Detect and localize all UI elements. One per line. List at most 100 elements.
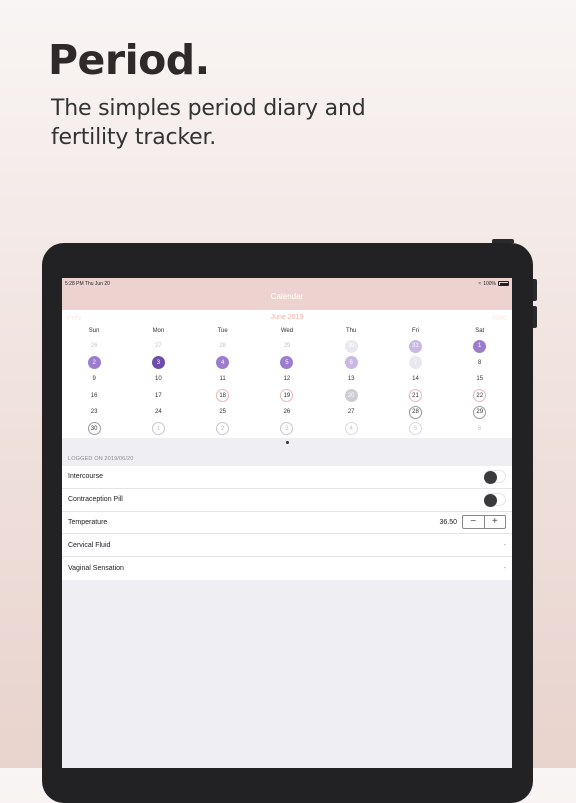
- calendar-cell[interactable]: 30: [62, 421, 126, 438]
- calendar-cell[interactable]: 5: [383, 421, 447, 438]
- weekday-label: Tue: [217, 328, 228, 334]
- toggle-knob: [484, 470, 497, 484]
- day-fertile: 18: [216, 389, 230, 403]
- calendar-cell[interactable]: 29: [255, 338, 319, 355]
- calendar-cell[interactable]: 14: [383, 371, 447, 388]
- day-normal: 8: [478, 359, 482, 366]
- day-period: 2: [87, 356, 101, 370]
- day-normal: 27: [347, 409, 355, 416]
- page-indicator: [286, 441, 289, 444]
- calendar-cell[interactable]: 18: [191, 388, 255, 405]
- decrement-button[interactable]: −: [463, 516, 484, 528]
- temperature-stepper: − +: [462, 515, 506, 530]
- calendar-cell[interactable]: 20: [319, 388, 383, 405]
- cervical-fluid-label: Cervical Fluid: [68, 541, 111, 549]
- month-label: June 2019: [270, 314, 304, 321]
- weekday-label: Fri: [411, 328, 419, 334]
- calendar-cell[interactable]: 28: [191, 338, 255, 355]
- calendar-cell[interactable]: 4: [191, 355, 255, 372]
- status-time-date: 5:28 PM Thu Jun 20: [65, 280, 110, 287]
- pill-toggle[interactable]: [484, 493, 506, 507]
- calendar-cell[interactable]: 17: [126, 388, 190, 405]
- calendar-cell[interactable]: 27: [319, 404, 383, 421]
- calendar-cell[interactable]: 22: [448, 388, 512, 405]
- log-section-title: LOGGED ON 2019/06/20: [68, 456, 134, 462]
- calendar-cell[interactable]: 21: [383, 388, 447, 405]
- intercourse-row: Intercourse: [62, 466, 512, 489]
- day-other: 29: [283, 343, 291, 350]
- calendar-cell[interactable]: 24: [126, 404, 190, 421]
- calendar-cell[interactable]: 6: [319, 355, 383, 372]
- calendar-cell[interactable]: 2: [191, 421, 255, 438]
- device-volume-up-button: [533, 279, 537, 301]
- vaginal-sensation-row[interactable]: Vaginal Sensation -: [62, 557, 512, 580]
- calendar-cell[interactable]: 29: [448, 404, 512, 421]
- day-normal: 23: [90, 409, 98, 416]
- calendar-cell[interactable]: 15: [448, 371, 512, 388]
- day-fertile-faint: 2: [216, 422, 230, 436]
- calendar-cell[interactable]: 8: [448, 355, 512, 372]
- calendar-cell[interactable]: 1: [126, 421, 190, 438]
- calendar-cell[interactable]: 31: [383, 338, 447, 355]
- temperature-value: 36.50: [439, 518, 457, 526]
- calendar-cell[interactable]: 25: [191, 404, 255, 421]
- calendar-cell[interactable]: 19: [255, 388, 319, 405]
- battery-icon: [498, 281, 509, 286]
- weekday-header: Sun Mon Tue Wed Thu Fri Sat: [62, 328, 512, 336]
- calendar-cell[interactable]: 23: [62, 404, 126, 421]
- calendar-cell[interactable]: 27: [126, 338, 190, 355]
- calendar-cell[interactable]: 26: [62, 338, 126, 355]
- day-fertile-gray: 28: [408, 405, 422, 419]
- cervical-fluid-row[interactable]: Cervical Fluid -: [62, 534, 512, 558]
- log-list: Intercourse Contraception Pill Temperatu…: [62, 466, 512, 580]
- calendar-cell[interactable]: 4: [319, 421, 383, 438]
- day-normal: 15: [476, 376, 484, 383]
- day-other: 27: [155, 343, 162, 350]
- intercourse-toggle[interactable]: [484, 470, 506, 484]
- calendar: Prev June 2019 Next Sun Mon Tue Wed Thu Fri Sa…: [62, 310, 512, 438]
- next-month-button[interactable]: Next: [493, 315, 507, 322]
- calendar-cell[interactable]: 28: [383, 404, 447, 421]
- day-normal: 10: [155, 376, 162, 383]
- calendar-cell[interactable]: 7: [383, 355, 447, 372]
- day-sel: 20: [344, 389, 358, 403]
- day-period: 4: [216, 356, 230, 370]
- calendar-cell[interactable]: 9: [62, 371, 126, 388]
- app-screen: 5:28 PM Thu Jun 20 ≈ 100% Calendar Prev …: [62, 278, 512, 768]
- calendar-cell[interactable]: 10: [126, 371, 190, 388]
- day-faint: 7: [408, 356, 422, 370]
- weekday-label: Sun: [88, 328, 100, 334]
- temperature-label: Temperature: [68, 518, 108, 526]
- toggle-knob: [484, 493, 497, 507]
- temperature-row: Temperature 36.50 − +: [62, 512, 512, 535]
- calendar-cell[interactable]: 3: [126, 355, 190, 372]
- calendar-cell[interactable]: 16: [62, 388, 126, 405]
- day-fertile-faint: 1: [151, 422, 165, 436]
- calendar-cell[interactable]: 30: [319, 338, 383, 355]
- calendar-cell[interactable]: 13: [319, 371, 383, 388]
- day-fertile: 22: [473, 389, 487, 403]
- wifi-icon: ≈: [478, 280, 482, 287]
- app-header: 5:28 PM Thu Jun 20 ≈ 100% Calendar: [62, 278, 512, 310]
- day-period: 1: [473, 339, 487, 353]
- day-normal: 26: [283, 409, 291, 416]
- calendar-cell[interactable]: 6: [448, 421, 512, 438]
- calendar-cell[interactable]: 11: [191, 371, 255, 388]
- calendar-cell[interactable]: 5: [255, 355, 319, 372]
- intercourse-label: Intercourse: [68, 473, 104, 481]
- day-fertile-pale: 5: [408, 422, 422, 436]
- status-bar: 5:28 PM Thu Jun 20 ≈ 100%: [65, 279, 509, 288]
- increment-button[interactable]: +: [483, 516, 506, 529]
- day-other: 6: [478, 425, 482, 432]
- calendar-cell[interactable]: 2: [62, 355, 126, 372]
- day-other: 28: [219, 343, 226, 350]
- day-fertile: 21: [408, 389, 422, 403]
- weekday-label: Thu: [346, 328, 357, 334]
- calendar-cell[interactable]: 3: [255, 421, 319, 438]
- calendar-cell[interactable]: 1: [448, 338, 512, 355]
- day-normal: 17: [155, 392, 162, 399]
- marketing-headline: Period.: [48, 36, 210, 84]
- calendar-cell[interactable]: 12: [255, 371, 319, 388]
- weekday-label: Mon: [152, 328, 165, 334]
- calendar-cell[interactable]: 26: [255, 404, 319, 421]
